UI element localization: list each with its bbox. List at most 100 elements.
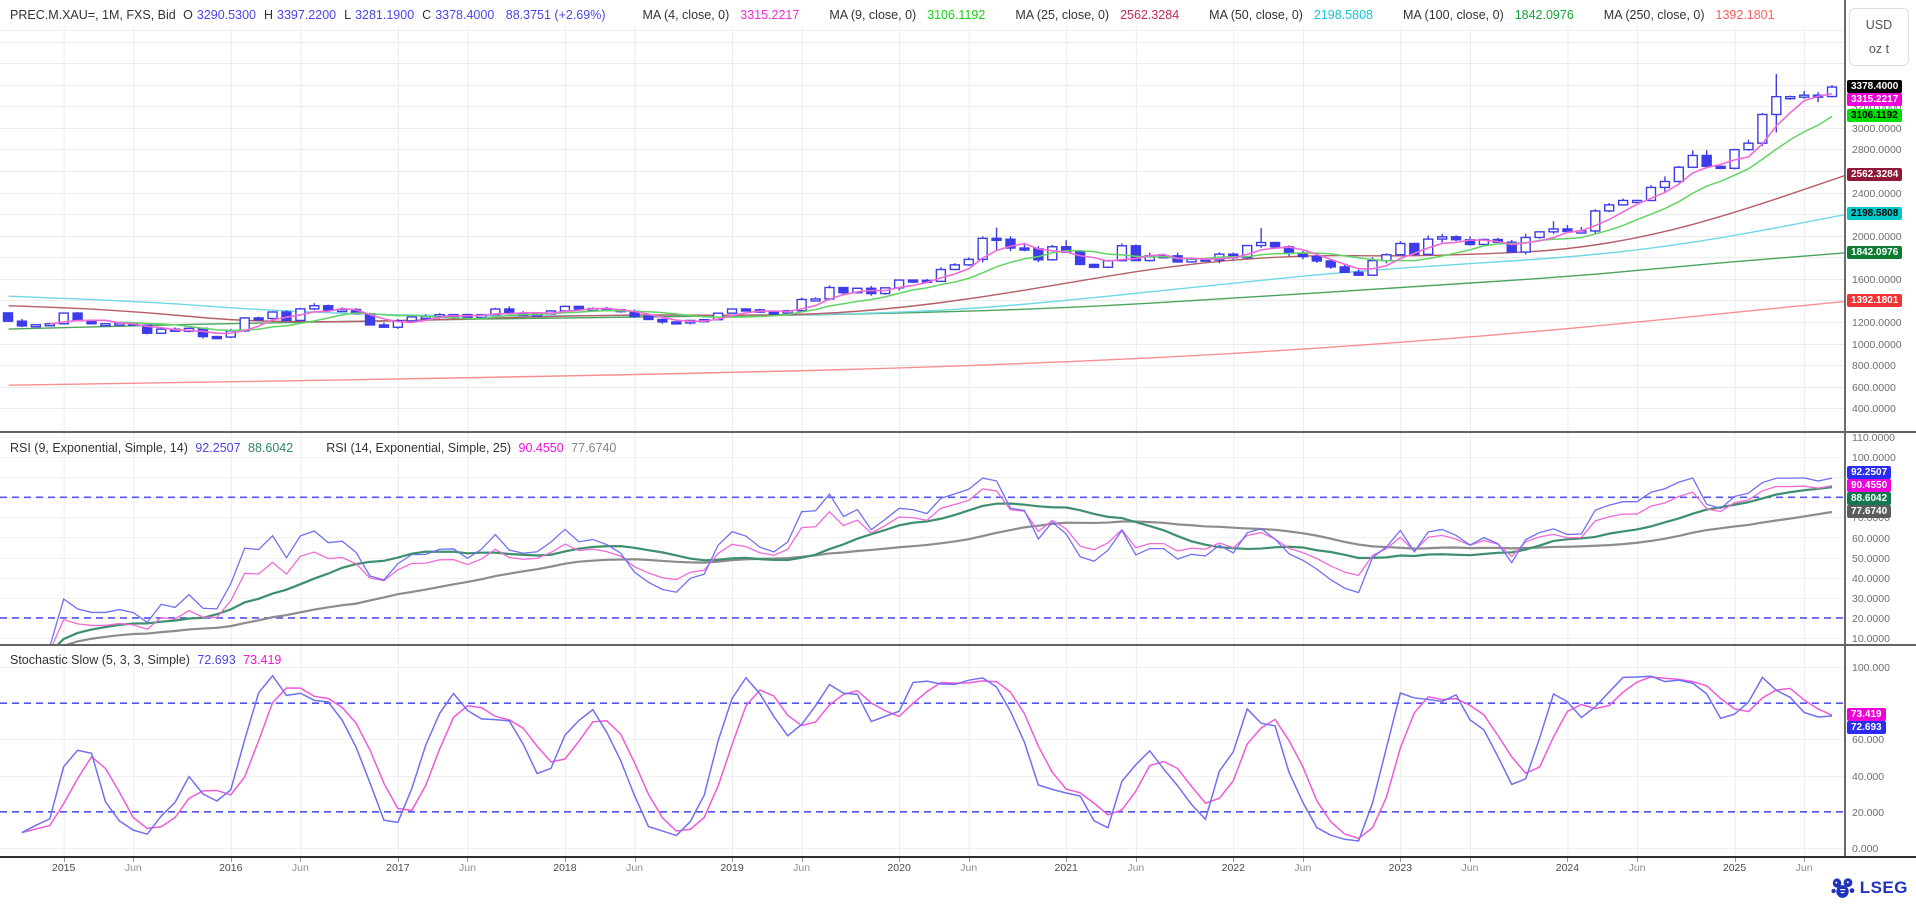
time-axis-tick: [1303, 858, 1304, 862]
ohlc-l: L3281.1900: [344, 8, 418, 22]
axis-tick-label: 40.000: [1852, 771, 1884, 783]
rsi-slow-ma-value: 77.6740: [571, 441, 616, 455]
time-axis-tick: [1066, 858, 1067, 862]
price-badge: 3315.2217: [1847, 93, 1902, 106]
axis-tick-label: 50.0000: [1852, 553, 1890, 565]
time-axis-label: Jun: [1127, 862, 1144, 874]
ma-legend-2: MA (25, close, 0) 2562.3284: [1015, 8, 1205, 22]
time-axis-label: Jun: [125, 862, 142, 874]
time-axis-label: Jun: [292, 862, 309, 874]
time-axis-tick: [565, 858, 566, 862]
time-axis-tick: [398, 858, 399, 862]
price-badge: 2562.3284: [1847, 168, 1902, 181]
price-badge: 90.4550: [1847, 479, 1891, 492]
rsi-legend: RSI (9, Exponential, Simple, 14) 92.2507…: [10, 441, 620, 455]
time-axis-label: 2022: [1222, 862, 1245, 874]
stoch-d-value: 73.419: [243, 653, 281, 667]
time-axis-tick: [635, 858, 636, 862]
axis-tick-label: 110.0000: [1852, 432, 1895, 444]
price-badge: 2198.5808: [1847, 207, 1902, 220]
ohlc-h: H3397.2200: [264, 8, 340, 22]
axis-tick-label: 100.000: [1852, 662, 1890, 674]
ohlc-o: O3290.5300: [183, 8, 260, 22]
price-badge: 1842.0976: [1847, 246, 1902, 259]
price-badge: 77.6740: [1847, 505, 1891, 518]
axis-tick-label: 3000.0000: [1852, 123, 1902, 135]
time-axis-tick: [300, 858, 301, 862]
price-badge: 3106.1192: [1847, 109, 1902, 122]
time-axis-tick: [1400, 858, 1401, 862]
time-axis-tick: [1233, 858, 1234, 862]
ma-legend-values: MA (4, close, 0) 3315.2217 MA (9, close, …: [642, 8, 1804, 22]
time-axis-label: 2020: [887, 862, 910, 874]
time-axis-label: Jun: [1796, 862, 1813, 874]
time-axis-tick: [467, 858, 468, 862]
price-badge: 72.693: [1847, 721, 1886, 734]
ma-legend-3: MA (50, close, 0) 2198.5808: [1209, 8, 1399, 22]
ma-legend-5: MA (250, close, 0) 1392.1801: [1604, 8, 1801, 22]
ohlc-c: C3378.4000: [422, 8, 498, 22]
axis-tick-label: 60.000: [1852, 734, 1884, 746]
time-axis-tick: [802, 858, 803, 862]
axis-tick-label: 60.0000: [1852, 533, 1890, 545]
time-axis-label: 2018: [553, 862, 576, 874]
time-axis-label: 2025: [1723, 862, 1746, 874]
net-change: 88.3751 (+2.69%): [502, 8, 605, 22]
panel-separator-1[interactable]: [0, 431, 1916, 433]
axis-tick-label: 400.0000: [1852, 403, 1896, 415]
time-axis-label: 2017: [386, 862, 409, 874]
time-axis-tick: [1567, 858, 1568, 862]
time-axis-tick: [1804, 858, 1805, 862]
axis-tick-label: 0.000: [1852, 843, 1878, 855]
stoch-k-value: 72.693: [197, 653, 235, 667]
lseg-logo: LSEG: [1831, 877, 1908, 899]
time-axis-label: Jun: [459, 862, 476, 874]
unit-label: oz t: [1869, 42, 1889, 56]
time-axis-label: 2023: [1389, 862, 1412, 874]
time-axis-label: Jun: [793, 862, 810, 874]
time-axis-label: Jun: [1462, 862, 1479, 874]
time-axis-tick: [899, 858, 900, 862]
legend-divider: [0, 30, 1844, 31]
time-axis-tick: [1637, 858, 1638, 862]
main-price-chart[interactable]: [0, 0, 1844, 432]
axis-tick-label: 2000.0000: [1852, 231, 1902, 243]
price-badge: 88.6042: [1847, 492, 1891, 505]
axis-tick-label: 1200.0000: [1852, 317, 1902, 329]
stoch-label: Stochastic Slow (5, 3, 3, Simple): [10, 653, 190, 667]
time-axis-label: Jun: [1294, 862, 1311, 874]
time-axis-tick: [1136, 858, 1137, 862]
time-axis-tick: [133, 858, 134, 862]
main-legend: PREC.M.XAU=, 1M, FXS, Bid O3290.5300 H339…: [10, 8, 1809, 22]
time-axis-tick: [231, 858, 232, 862]
axis-tick-label: 2400.0000: [1852, 188, 1902, 200]
rsi-fast-value: 92.2507: [195, 441, 240, 455]
axis-tick-label: 1600.0000: [1852, 274, 1902, 286]
panel-separator-2[interactable]: [0, 644, 1916, 646]
axis-tick-label: 40.0000: [1852, 573, 1890, 585]
time-axis-tick: [1735, 858, 1736, 862]
price-badge: 3378.4000: [1847, 80, 1902, 93]
currency-label: USD: [1866, 18, 1892, 32]
price-badge: 73.419: [1847, 708, 1886, 721]
axis-tick-label: 2800.0000: [1852, 144, 1902, 156]
instrument-title: PREC.M.XAU=, 1M, FXS, Bid: [10, 8, 176, 22]
price-badge: 92.2507: [1847, 466, 1891, 479]
axis-tick-label: 1000.0000: [1852, 339, 1902, 351]
axis-tick-label: 30.0000: [1852, 593, 1890, 605]
axis-tick-label: 20.0000: [1852, 613, 1890, 625]
time-axis-label: 2019: [720, 862, 743, 874]
stochastic-chart[interactable]: [0, 645, 1844, 856]
rsi-chart[interactable]: [0, 432, 1844, 645]
time-axis-tick: [1470, 858, 1471, 862]
time-axis-label: 2016: [219, 862, 242, 874]
rsi-slow-value: 90.4550: [519, 441, 564, 455]
axis-tick-label: 20.000: [1852, 807, 1884, 819]
ma-legend-0: MA (4, close, 0) 3315.2217: [642, 8, 825, 22]
unit-selector[interactable]: USD oz t: [1849, 8, 1909, 66]
rsi-fast-ma-value: 88.6042: [248, 441, 293, 455]
axis-tick-label: 100.0000: [1852, 452, 1896, 464]
axis-tick-label: 600.0000: [1852, 382, 1896, 394]
lseg-crest-icon: [1831, 877, 1855, 899]
ma-legend-1: MA (9, close, 0) 3106.1192: [829, 8, 1011, 22]
